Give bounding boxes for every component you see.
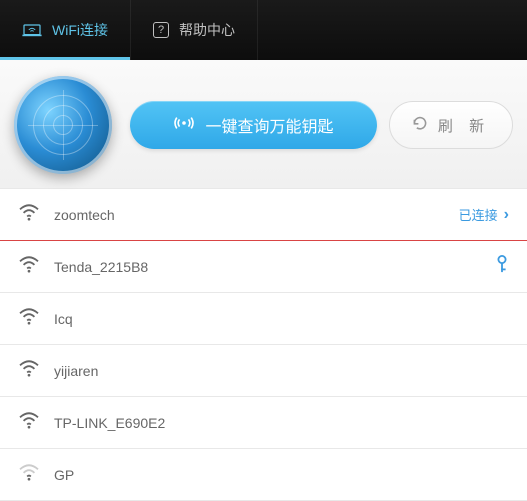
wifi-list: zoomtech 已连接 › Tenda_2215B8 <box>0 189 527 501</box>
wifi-item-gp[interactable]: GP <box>0 449 527 501</box>
wifi-name: Icq <box>54 311 509 327</box>
broadcast-icon <box>173 114 195 137</box>
radar-icon <box>14 76 112 174</box>
status-group: 已连接 › <box>459 205 509 224</box>
wifi-item-zoomtech[interactable]: zoomtech 已连接 › <box>0 189 527 241</box>
top-section: 一键查询万能钥匙 刷 新 <box>0 60 527 189</box>
wifi-signal-icon <box>18 307 40 330</box>
scan-keys-button[interactable]: 一键查询万能钥匙 <box>130 101 377 149</box>
wifi-name: TP-LINK_E690E2 <box>54 415 509 431</box>
action-buttons: 一键查询万能钥匙 刷 新 <box>130 101 513 149</box>
wifi-signal-icon <box>18 255 40 278</box>
wifi-laptop-icon <box>22 21 42 40</box>
wifi-name: GP <box>54 467 509 483</box>
help-icon: ? <box>153 22 169 38</box>
tab-help[interactable]: ? 帮助中心 <box>131 0 258 60</box>
refresh-icon <box>412 115 428 135</box>
tab-help-label: 帮助中心 <box>179 20 235 40</box>
scan-keys-label: 一键查询万能钥匙 <box>205 113 333 137</box>
wifi-signal-icon <box>18 411 40 434</box>
wifi-name: Tenda_2215B8 <box>54 259 481 275</box>
wifi-signal-icon <box>18 463 40 486</box>
chevron-right-icon: › <box>504 206 509 224</box>
wifi-signal-icon <box>18 359 40 382</box>
key-icon <box>495 255 509 278</box>
tab-wifi[interactable]: WiFi连接 <box>0 0 131 60</box>
wifi-item-yijiaren[interactable]: yijiaren <box>0 345 527 397</box>
refresh-label: 刷 新 <box>438 115 490 136</box>
wifi-item-tenda[interactable]: Tenda_2215B8 <box>0 241 527 293</box>
wifi-item-tplink[interactable]: TP-LINK_E690E2 <box>0 397 527 449</box>
header: WiFi连接 ? 帮助中心 <box>0 0 527 60</box>
wifi-signal-icon <box>18 203 40 226</box>
tab-wifi-label: WiFi连接 <box>52 20 108 40</box>
refresh-button[interactable]: 刷 新 <box>389 101 513 149</box>
wifi-item-icq[interactable]: Icq <box>0 293 527 345</box>
wifi-name: zoomtech <box>54 207 445 223</box>
connected-label: 已连接 <box>459 205 498 224</box>
wifi-name: yijiaren <box>54 363 509 379</box>
